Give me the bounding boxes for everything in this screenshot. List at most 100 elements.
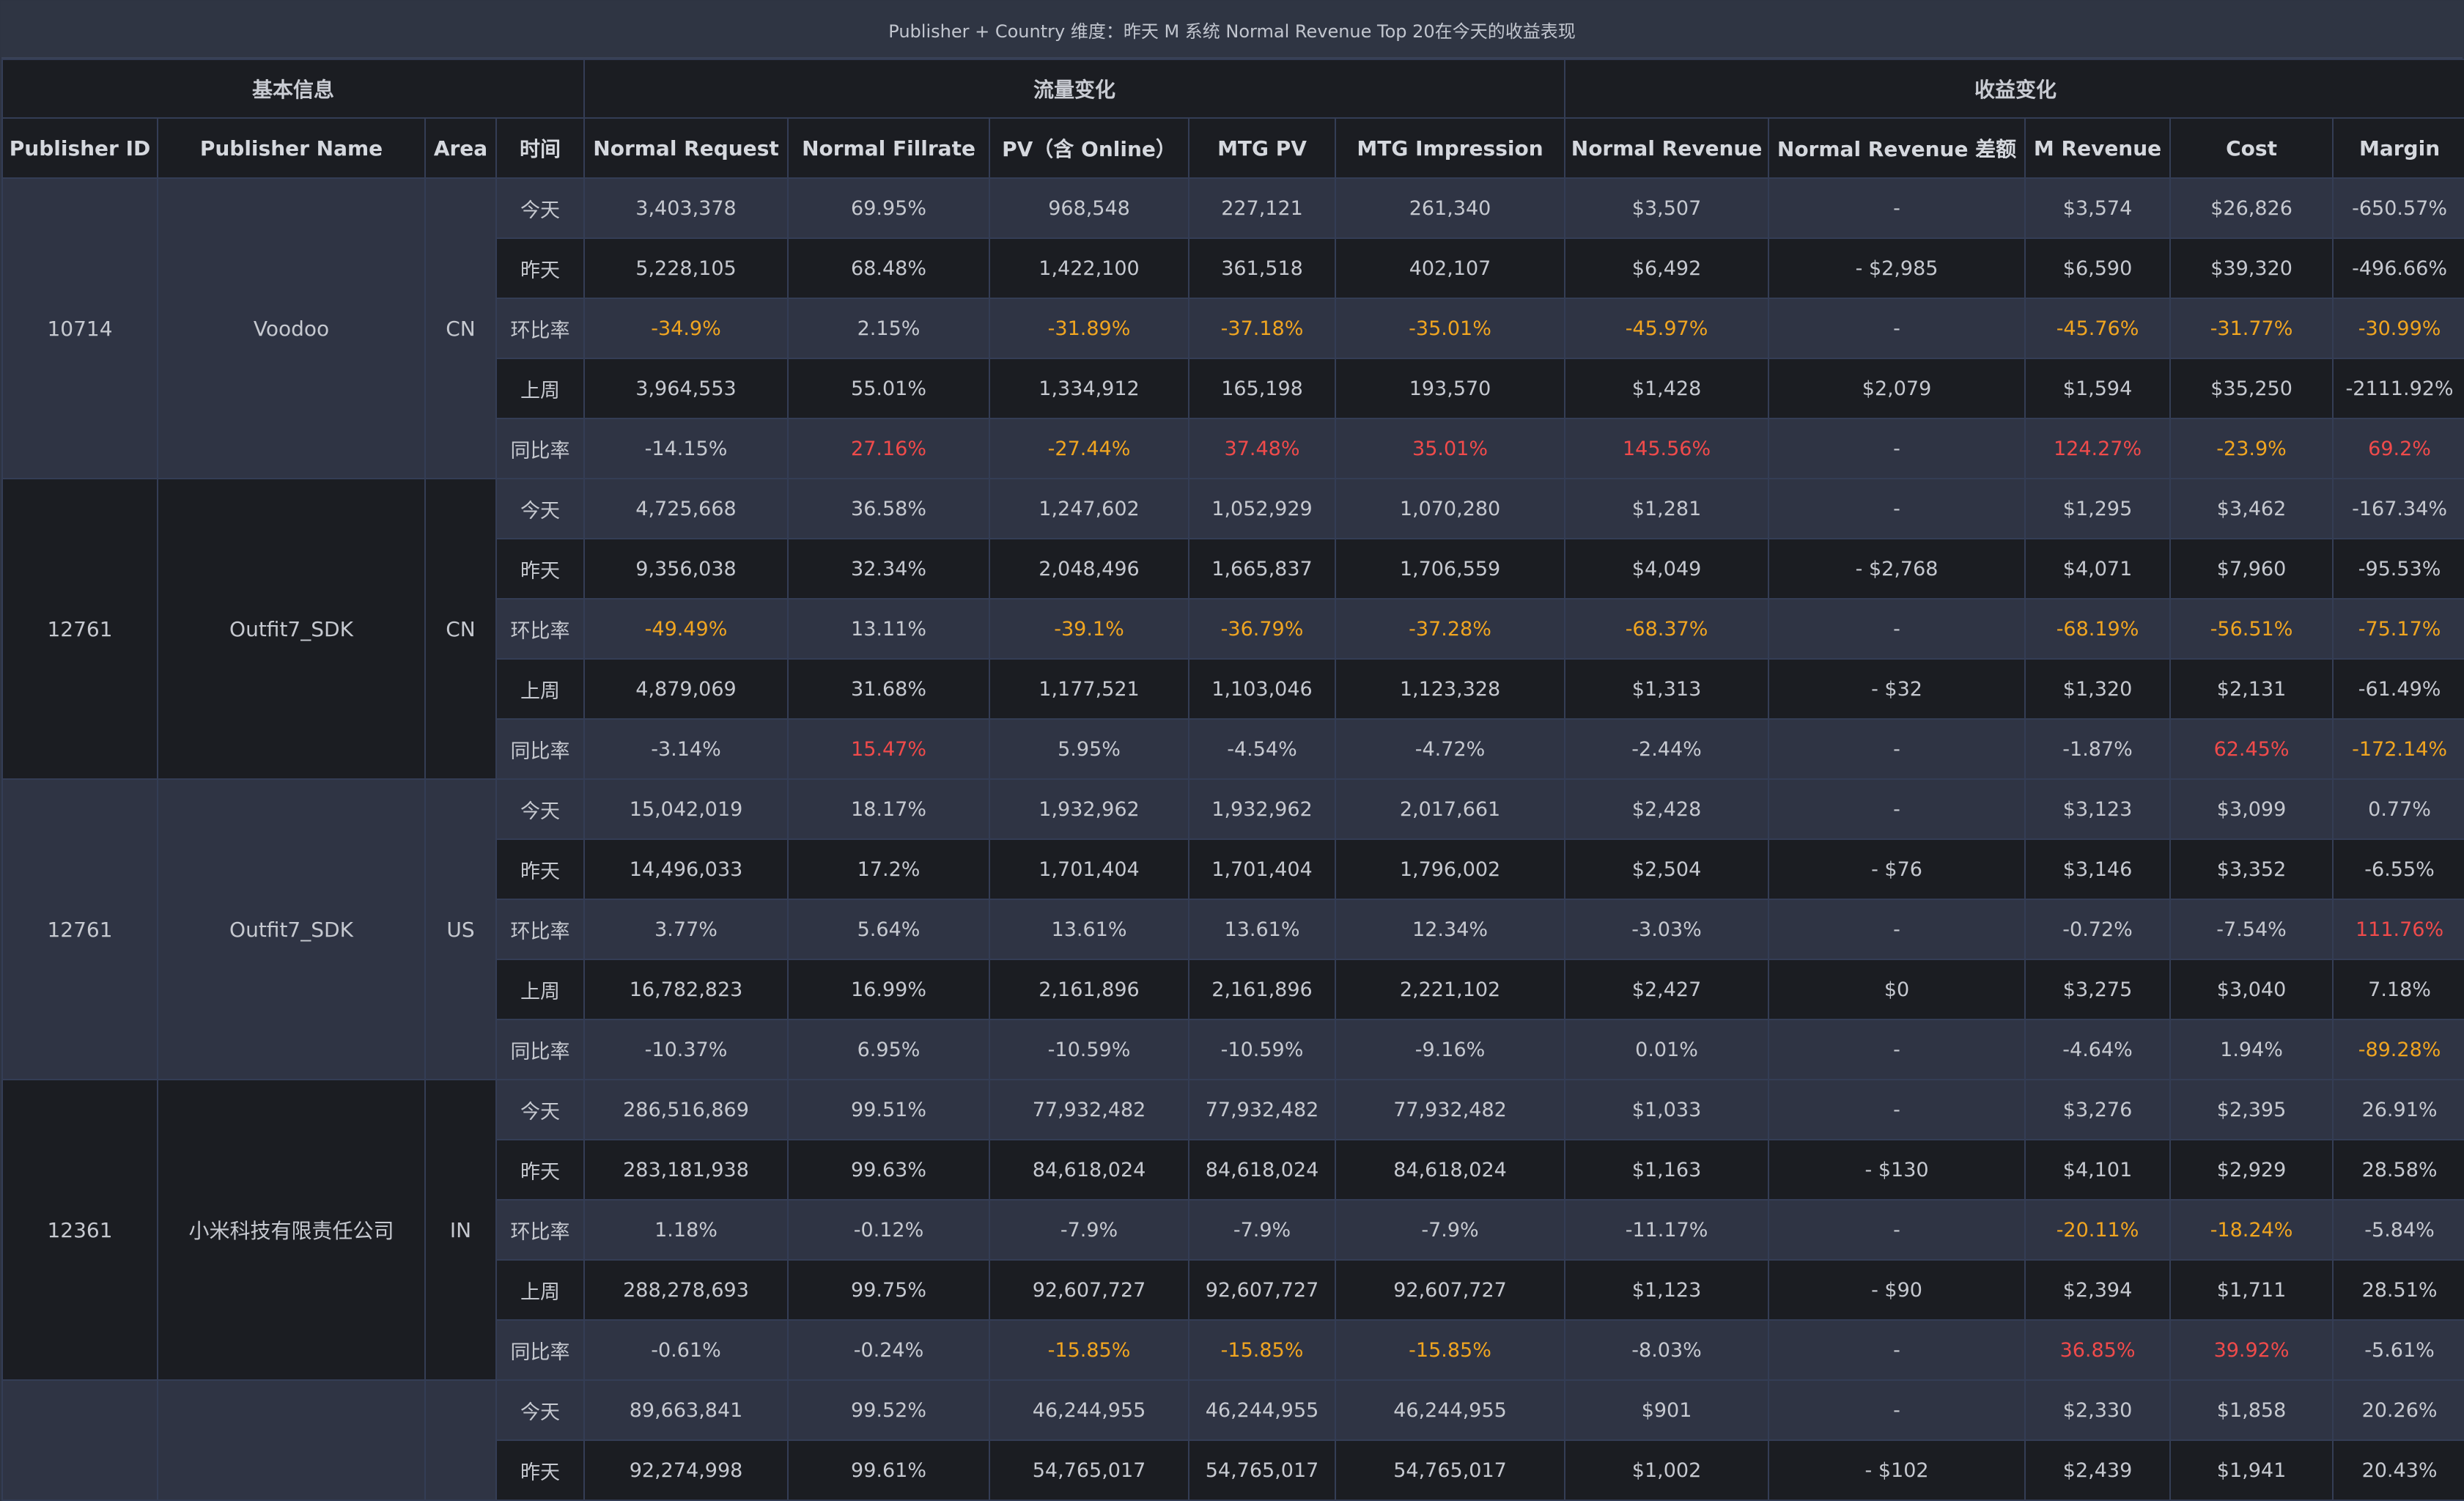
mtg-pv-cell: 77,932,482 <box>1188 1079 1337 1140</box>
period-cell: 今天 <box>495 478 586 539</box>
publisher-name-cell: Voodoo <box>157 177 426 479</box>
mtg-impression-cell: 2,221,102 <box>1335 959 1566 1020</box>
mtg-pv-cell: -37.18% <box>1188 298 1337 359</box>
table-row[interactable]: 12761 Outfit7_SDK CN 今天 4,725,668 36.58% 1,247… <box>1 478 2464 780</box>
mtg-pv-cell: 37.48% <box>1188 418 1337 479</box>
column-header-period[interactable]: 时间 <box>495 117 586 179</box>
table-row[interactable]: 12761 Outfit7_SDK US 今天 15,042,019 18.17% 1,93… <box>1 778 2464 1080</box>
group-header-traffic: 流量变化 <box>583 59 1566 119</box>
mtg-pv-cell: -36.79% <box>1188 598 1337 660</box>
mtg-impression-cell: 46,244,955 <box>1335 1379 1566 1441</box>
revenue-table: 基本信息 流量变化 收益变化 Publisher ID Publisher Na… <box>1 59 2464 1501</box>
normal-fillrate-cell: 99.63% <box>787 1139 991 1201</box>
m-revenue-cell: $2,330 <box>2024 1379 2172 1441</box>
normal-request-cell: 89,663,841 <box>583 1379 789 1441</box>
normal-revenue-diff-cell: - <box>1768 598 2026 660</box>
cost-cell: $3,352 <box>2169 838 2334 900</box>
table-row[interactable]: 12361 小米科技有限责任公司 IN 今天 286,516,869 99.51% 77,9… <box>1 1079 2464 1381</box>
column-header-normal-request[interactable]: Normal Request <box>583 117 789 179</box>
column-header-pv-online[interactable]: PV（含 Online） <box>989 117 1190 179</box>
cost-cell: $2,131 <box>2169 658 2334 720</box>
cost-cell: $1,941 <box>2169 1439 2334 1501</box>
m-revenue-cell: $1,295 <box>2024 478 2172 539</box>
normal-request-cell: 3,403,378 <box>583 177 789 239</box>
column-header-normal-revenue-diff[interactable]: Normal Revenue 差额 <box>1768 117 2026 179</box>
mtg-impression-cell: 1,796,002 <box>1335 838 1566 900</box>
normal-request-cell: 14,496,033 <box>583 838 789 900</box>
pv-online-cell: 84,618,024 <box>989 1139 1190 1201</box>
normal-fillrate-cell: 55.01% <box>787 358 991 419</box>
column-header-cost[interactable]: Cost <box>2169 117 2334 179</box>
period-cell: 昨天 <box>495 838 586 900</box>
m-revenue-cell: -0.72% <box>2024 899 2172 960</box>
normal-fillrate-cell: 68.48% <box>787 237 991 299</box>
period-cell: 同比率 <box>495 1319 586 1381</box>
normal-revenue-cell: -2.44% <box>1564 718 1770 780</box>
margin-cell: -75.17% <box>2332 598 2464 660</box>
column-header-m-revenue[interactable]: M Revenue <box>2024 117 2172 179</box>
normal-revenue-diff-cell: - <box>1768 1379 2026 1441</box>
normal-fillrate-cell: 99.75% <box>787 1259 991 1321</box>
pv-online-cell: 1,932,962 <box>989 778 1190 840</box>
column-header-area[interactable]: Area <box>424 117 497 179</box>
revenue-report: Publisher + Country 维度：昨天 M 系统 Normal Re… <box>0 0 2464 1501</box>
cost-cell: $3,040 <box>2169 959 2334 1020</box>
margin-cell: -2111.92% <box>2332 358 2464 419</box>
m-revenue-cell: $2,439 <box>2024 1439 2172 1501</box>
normal-revenue-cell: $1,163 <box>1564 1139 1770 1201</box>
m-revenue-cell: 124.27% <box>2024 418 2172 479</box>
normal-fillrate-cell: 15.47% <box>787 718 991 780</box>
m-revenue-cell: $4,101 <box>2024 1139 2172 1201</box>
column-header-mtg-impression[interactable]: MTG Impression <box>1335 117 1566 179</box>
normal-revenue-cell: -3.03% <box>1564 899 1770 960</box>
margin-cell: -650.57% <box>2332 177 2464 239</box>
margin-cell: -95.53% <box>2332 538 2464 600</box>
mtg-impression-cell: 1,123,328 <box>1335 658 1566 720</box>
normal-revenue-diff-cell: - $102 <box>1768 1439 2026 1501</box>
normal-fillrate-cell: 99.52% <box>787 1379 991 1441</box>
column-header-margin[interactable]: Margin <box>2332 117 2464 179</box>
cost-cell: $2,929 <box>2169 1139 2334 1201</box>
column-header-normal-revenue[interactable]: Normal Revenue <box>1564 117 1770 179</box>
period-cell: 今天 <box>495 1079 586 1140</box>
pv-online-cell: 46,244,955 <box>989 1379 1190 1441</box>
table-row[interactable]: 今天 89,663,841 99.52% 46,244,955 46,244,955 46… <box>1 1379 2464 1501</box>
mtg-impression-cell: -9.16% <box>1335 1019 1566 1080</box>
pv-online-cell: 77,932,482 <box>989 1079 1190 1140</box>
normal-revenue-cell: $1,313 <box>1564 658 1770 720</box>
normal-revenue-cell: -11.17% <box>1564 1199 1770 1261</box>
column-header-mtg-pv[interactable]: MTG PV <box>1188 117 1337 179</box>
normal-request-cell: 9,356,038 <box>583 538 789 600</box>
cost-cell: -56.51% <box>2169 598 2334 660</box>
normal-revenue-cell: $1,281 <box>1564 478 1770 539</box>
mtg-pv-cell: 84,618,024 <box>1188 1139 1337 1201</box>
period-cell: 今天 <box>495 1379 586 1441</box>
mtg-impression-cell: 77,932,482 <box>1335 1079 1566 1140</box>
normal-revenue-cell: 0.01% <box>1564 1019 1770 1080</box>
mtg-impression-cell: -35.01% <box>1335 298 1566 359</box>
pv-online-cell: 54,765,017 <box>989 1439 1190 1501</box>
margin-cell: -61.49% <box>2332 658 2464 720</box>
column-header-normal-fillrate[interactable]: Normal Fillrate <box>787 117 991 179</box>
normal-revenue-cell: -45.97% <box>1564 298 1770 359</box>
mtg-impression-cell: 84,618,024 <box>1335 1139 1566 1201</box>
mtg-pv-cell: 1,103,046 <box>1188 658 1337 720</box>
mtg-impression-cell: 35.01% <box>1335 418 1566 479</box>
normal-fillrate-cell: 2.15% <box>787 298 991 359</box>
mtg-pv-cell: 1,701,404 <box>1188 838 1337 900</box>
margin-cell: -89.28% <box>2332 1019 2464 1080</box>
margin-cell: -6.55% <box>2332 838 2464 900</box>
normal-revenue-cell: $1,428 <box>1564 358 1770 419</box>
column-header-publisher-id[interactable]: Publisher ID <box>1 117 158 179</box>
normal-fillrate-cell: 36.58% <box>787 478 991 539</box>
margin-cell: -496.66% <box>2332 237 2464 299</box>
mtg-impression-cell: 402,107 <box>1335 237 1566 299</box>
mtg-impression-cell: -37.28% <box>1335 598 1566 660</box>
normal-revenue-diff-cell: - <box>1768 718 2026 780</box>
normal-request-cell: 92,274,998 <box>583 1439 789 1501</box>
normal-revenue-cell: $1,123 <box>1564 1259 1770 1321</box>
table-row[interactable]: 10714 Voodoo CN 今天 3,403,378 69.95% 968,548 227… <box>1 177 2464 479</box>
column-header-publisher-name[interactable]: Publisher Name <box>157 117 426 179</box>
period-cell: 同比率 <box>495 1019 586 1080</box>
cost-cell: -31.77% <box>2169 298 2334 359</box>
